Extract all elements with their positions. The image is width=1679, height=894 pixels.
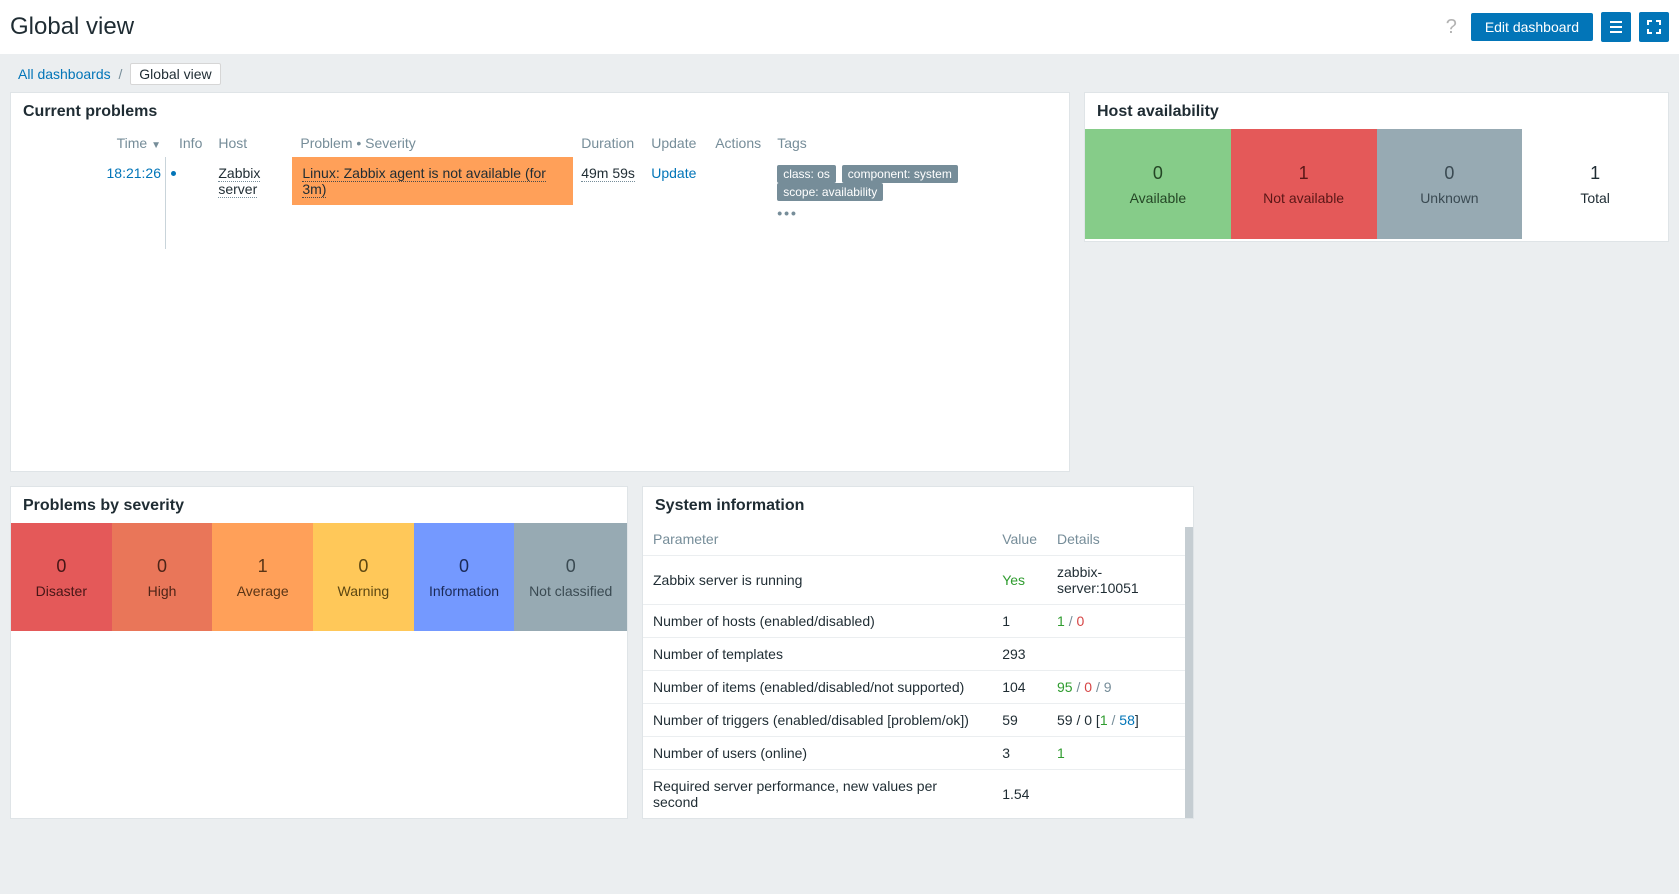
table-row: Number of hosts (enabled/disabled)11 / 0 bbox=[643, 605, 1193, 638]
problem-actions bbox=[707, 157, 769, 229]
sysinfo-value: Yes bbox=[992, 556, 1047, 605]
problem-host: Zabbix server bbox=[210, 157, 292, 229]
sysinfo-param: Number of users (online) bbox=[643, 737, 992, 770]
info-dot-icon bbox=[171, 171, 176, 176]
widget-title-severity: Problems by severity bbox=[11, 487, 627, 523]
page-header: Global view ? Edit dashboard bbox=[0, 0, 1679, 54]
dashboard-grid: Current problems Time ▼ Info Host Proble… bbox=[0, 92, 1679, 829]
ha-available[interactable]: 0 Available bbox=[1085, 129, 1231, 239]
problem-tags: class: os component: system scope: avail… bbox=[769, 157, 1069, 229]
sysinfo-value: 1.54 bbox=[992, 770, 1047, 819]
sev-average[interactable]: 1 Average bbox=[212, 523, 313, 631]
sysinfo-value: 104 bbox=[992, 671, 1047, 704]
widget-host-availability: Host availability 0 Available 1 Not avai… bbox=[1084, 92, 1669, 242]
sev-not-classified[interactable]: 0 Not classified bbox=[514, 523, 627, 631]
col-update[interactable]: Update bbox=[643, 129, 707, 157]
widget-problems-by-severity: Problems by severity 0 Disaster 0 High 1… bbox=[10, 486, 628, 819]
host-link[interactable]: Zabbix server bbox=[218, 165, 260, 198]
header-actions: ? Edit dashboard bbox=[1446, 12, 1669, 42]
sysinfo-value: 1 bbox=[992, 605, 1047, 638]
sysinfo-details: 1 / 0 bbox=[1047, 605, 1193, 638]
sysinfo-details: 59 / 0 [1 / 58] bbox=[1047, 704, 1193, 737]
fullscreen-icon bbox=[1646, 19, 1662, 35]
widget-system-information: System information Parameter Value Detai… bbox=[642, 486, 1194, 819]
sysinfo-details: zabbix-server:10051 bbox=[1047, 556, 1193, 605]
widget-title-sysinfo: System information bbox=[643, 487, 1193, 523]
sysinfo-param: Zabbix server is running bbox=[643, 556, 992, 605]
sev-information[interactable]: 0 Information bbox=[414, 523, 515, 631]
sysinfo-details bbox=[1047, 770, 1193, 819]
sysinfo-param: Number of hosts (enabled/disabled) bbox=[643, 605, 992, 638]
tag[interactable]: component: system bbox=[842, 165, 958, 183]
problem-info bbox=[171, 157, 210, 229]
col-info[interactable]: Info bbox=[171, 129, 210, 157]
fullscreen-button[interactable] bbox=[1639, 12, 1669, 42]
sysinfo-param: Required server performance, new values … bbox=[643, 770, 992, 819]
problems-table: Time ▼ Info Host Problem • Severity Dura… bbox=[11, 129, 1069, 229]
help-icon[interactable]: ? bbox=[1446, 16, 1457, 39]
widget-current-problems: Current problems Time ▼ Info Host Proble… bbox=[10, 92, 1070, 472]
col-tags[interactable]: Tags bbox=[769, 129, 1069, 157]
table-row: Number of items (enabled/disabled/not su… bbox=[643, 671, 1193, 704]
page-title: Global view bbox=[10, 13, 134, 41]
problem-severity: Linux: Zabbix agent is not available (fo… bbox=[292, 157, 573, 229]
ha-not-available[interactable]: 1 Not available bbox=[1231, 129, 1377, 239]
sysinfo-param: Number of templates bbox=[643, 638, 992, 671]
col-problem[interactable]: Problem • Severity bbox=[292, 129, 573, 157]
table-row: 18:21:26 Zabbix server Linux: Zabbix agent… bbox=[11, 157, 1069, 229]
hostavail-body: 0 Available 1 Not available 0 Unknown 1 … bbox=[1085, 129, 1668, 239]
sysinfo-param: Number of triggers (enabled/disabled [pr… bbox=[643, 704, 992, 737]
col-duration[interactable]: Duration bbox=[573, 129, 643, 157]
ha-unknown[interactable]: 0 Unknown bbox=[1377, 129, 1523, 239]
tag[interactable]: scope: availability bbox=[777, 183, 883, 201]
table-row: Number of triggers (enabled/disabled [pr… bbox=[643, 704, 1193, 737]
scrollbar[interactable] bbox=[1185, 527, 1193, 818]
problem-link[interactable]: Linux: Zabbix agent is not available (fo… bbox=[302, 165, 546, 198]
table-row: Required server performance, new values … bbox=[643, 770, 1193, 819]
problem-duration: 49m 59s bbox=[573, 157, 643, 229]
more-tags-icon[interactable]: ••• bbox=[777, 205, 1061, 221]
sysinfo-value: 59 bbox=[992, 704, 1047, 737]
dashboard-actions-button[interactable] bbox=[1601, 12, 1631, 42]
hamburger-icon bbox=[1608, 19, 1624, 35]
table-row: Number of users (online)31 bbox=[643, 737, 1193, 770]
sort-desc-icon: ▼ bbox=[151, 140, 161, 151]
sysinfo-col-param: Parameter bbox=[643, 523, 992, 556]
widget-title-problems: Current problems bbox=[11, 93, 1069, 129]
sev-high[interactable]: 0 High bbox=[112, 523, 213, 631]
sysinfo-col-value: Value bbox=[992, 523, 1047, 556]
problem-time[interactable]: 18:21:26 bbox=[11, 157, 171, 229]
sysinfo-details: 95 / 0 / 9 bbox=[1047, 671, 1193, 704]
sysinfo-col-details: Details bbox=[1047, 523, 1193, 556]
sysinfo-value: 3 bbox=[992, 737, 1047, 770]
update-link[interactable]: Update bbox=[651, 165, 696, 181]
sysinfo-table: Parameter Value Details Zabbix server is… bbox=[643, 523, 1193, 818]
breadcrumb-current: Global view bbox=[130, 63, 220, 85]
dashboard-row-2: Problems by severity 0 Disaster 0 High 1… bbox=[10, 486, 1669, 819]
severity-body: 0 Disaster 0 High 1 Average 0 Warning 0 bbox=[11, 523, 627, 631]
tag[interactable]: class: os bbox=[777, 165, 836, 183]
sysinfo-details bbox=[1047, 638, 1193, 671]
table-row: Number of templates293 bbox=[643, 638, 1193, 671]
sysinfo-details: 1 bbox=[1047, 737, 1193, 770]
col-actions[interactable]: Actions bbox=[707, 129, 769, 157]
col-time[interactable]: Time ▼ bbox=[11, 129, 171, 157]
edit-dashboard-button[interactable]: Edit dashboard bbox=[1471, 13, 1593, 41]
col-host[interactable]: Host bbox=[210, 129, 292, 157]
ha-total[interactable]: 1 Total bbox=[1522, 129, 1668, 239]
breadcrumb-all-dashboards[interactable]: All dashboards bbox=[18, 66, 111, 82]
problem-update: Update bbox=[643, 157, 707, 229]
table-row: Zabbix server is runningYeszabbix-server… bbox=[643, 556, 1193, 605]
sev-disaster[interactable]: 0 Disaster bbox=[11, 523, 112, 631]
widget-title-hostavail: Host availability bbox=[1085, 93, 1668, 129]
breadcrumb-separator: / bbox=[119, 66, 123, 82]
sysinfo-value: 293 bbox=[992, 638, 1047, 671]
sysinfo-param: Number of items (enabled/disabled/not su… bbox=[643, 671, 992, 704]
sev-warning[interactable]: 0 Warning bbox=[313, 523, 414, 631]
breadcrumb: All dashboards / Global view bbox=[0, 54, 1679, 92]
